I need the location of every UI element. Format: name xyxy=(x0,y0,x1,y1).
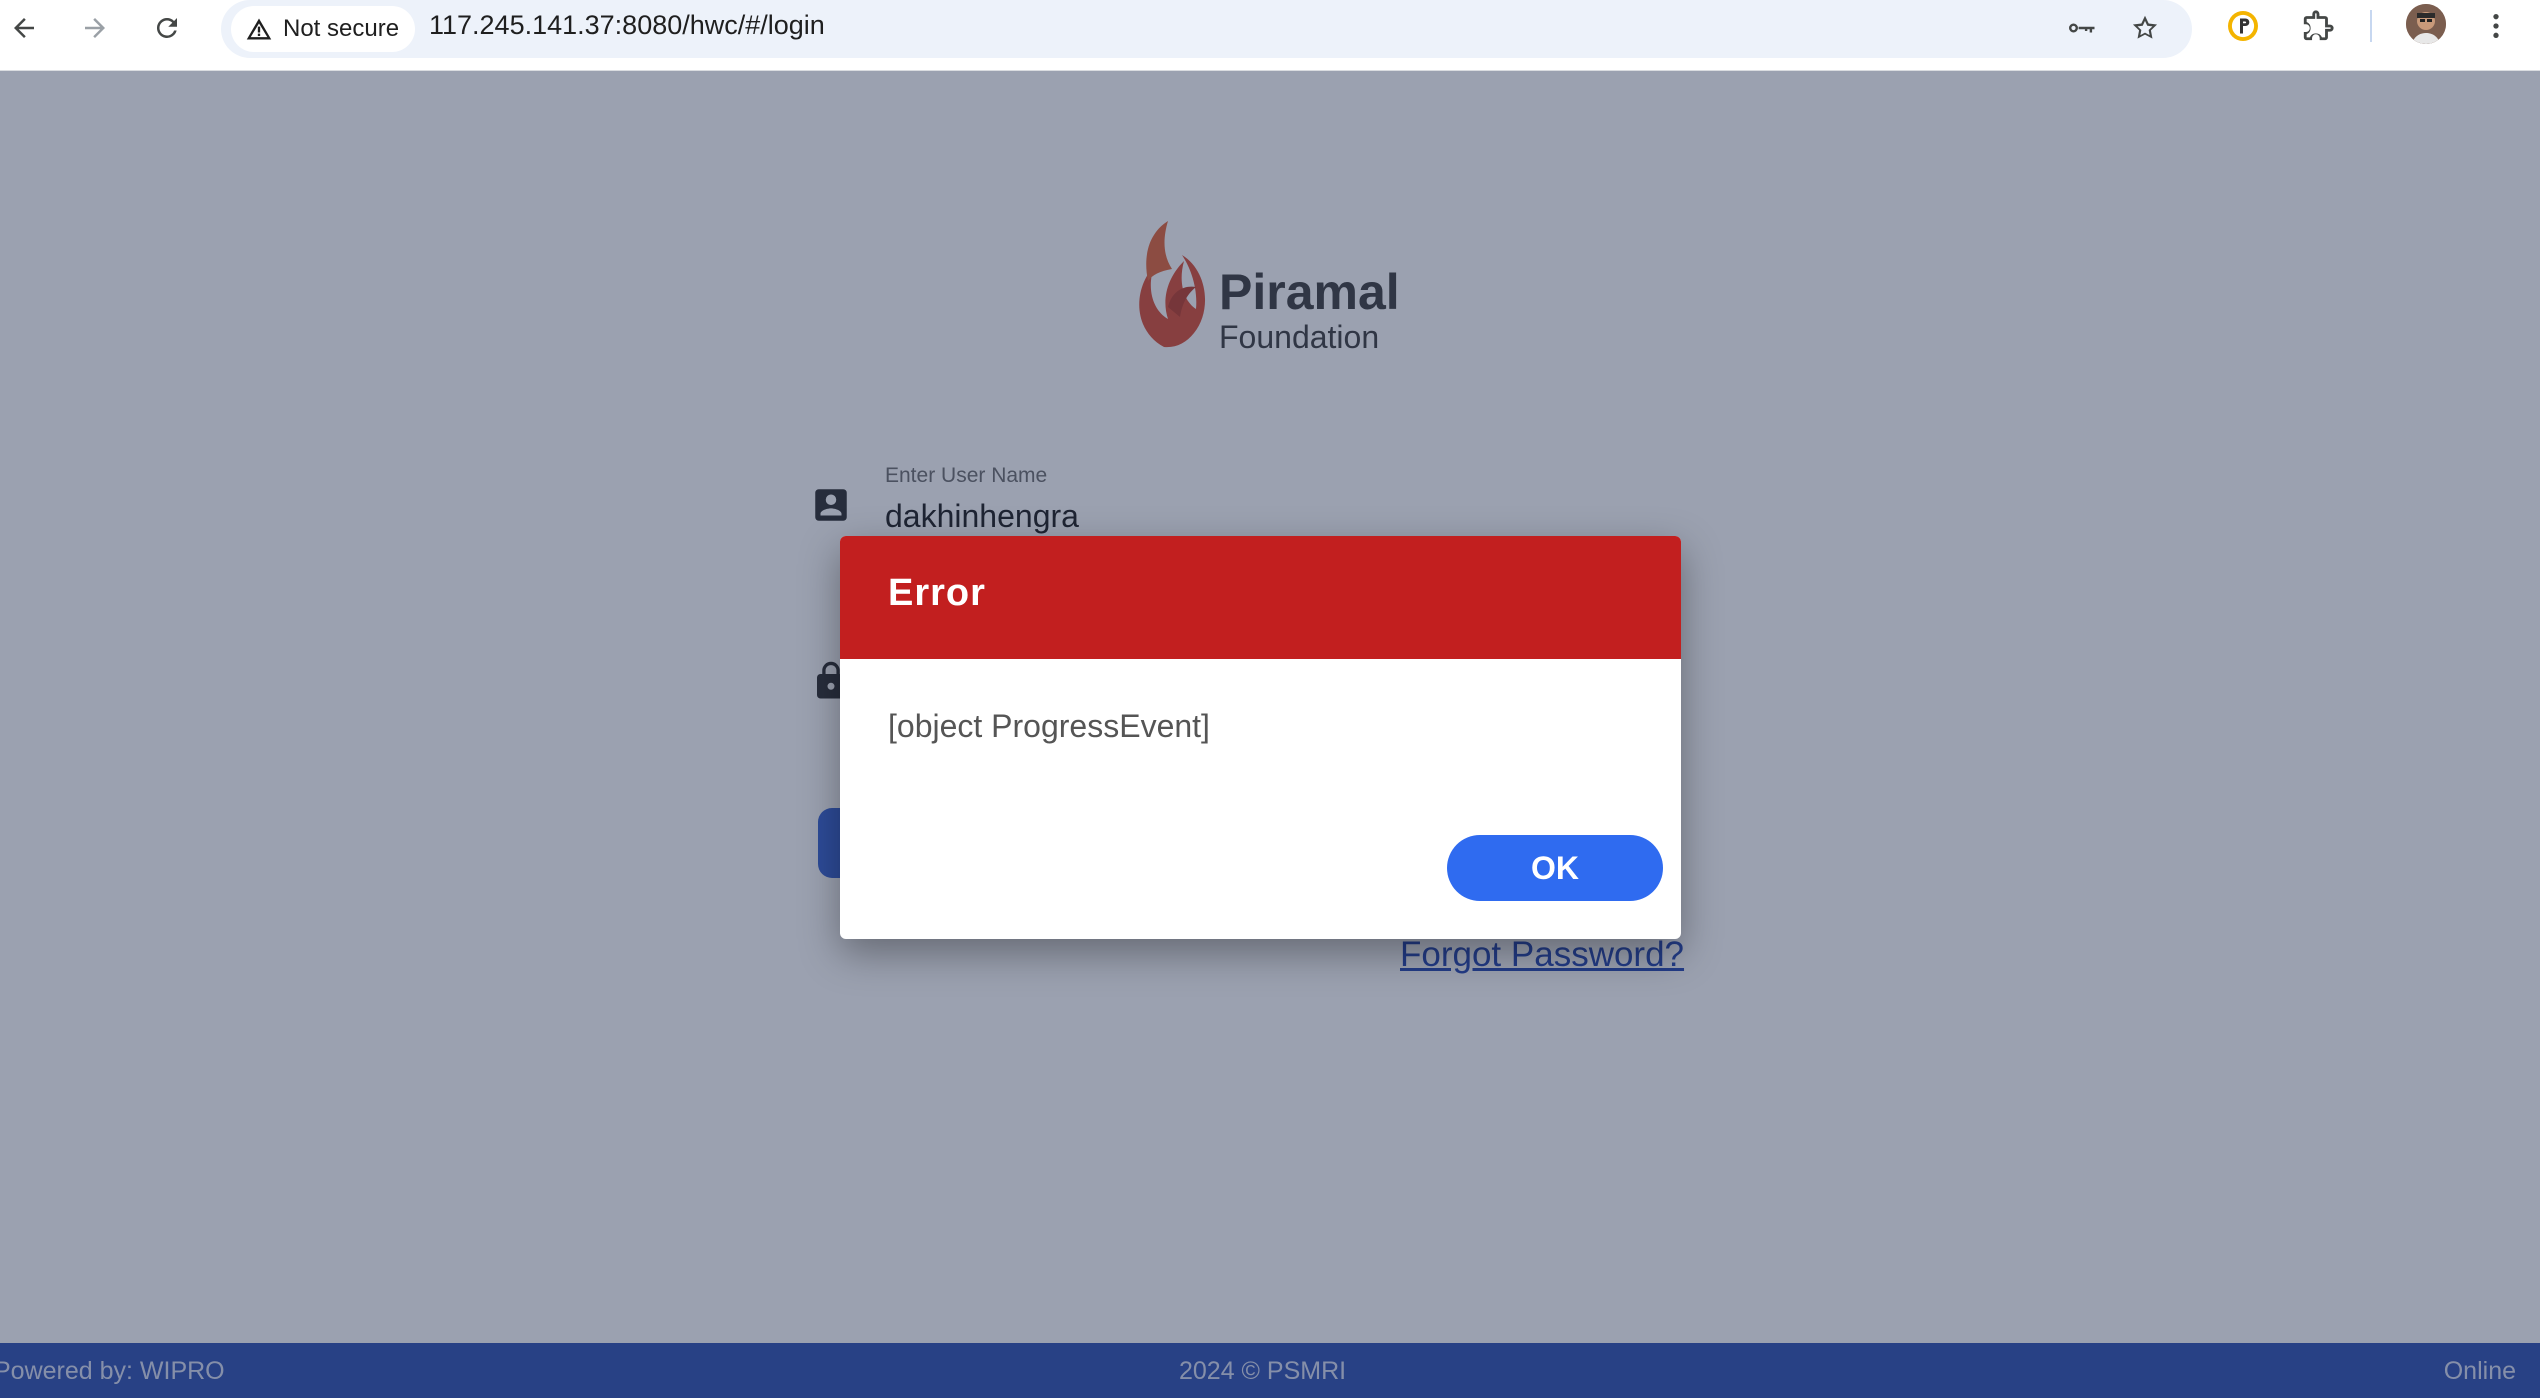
error-dialog: Error [object ProgressEvent] OK xyxy=(840,536,1681,939)
extension-badge-button[interactable] xyxy=(2219,2,2267,50)
profile-photo-icon xyxy=(2406,4,2446,44)
back-button[interactable] xyxy=(2,6,46,50)
extension-badge-icon xyxy=(2228,11,2258,41)
menu-kebab-icon xyxy=(2493,14,2499,38)
address-bar[interactable]: Not secure 117.245.141.37:8080/hwc/#/log… xyxy=(221,0,2192,58)
browser-menu-button[interactable] xyxy=(2472,2,2520,50)
extensions-puzzle-icon xyxy=(2303,10,2334,41)
bookmark-star-icon xyxy=(2132,15,2158,39)
bookmark-button[interactable] xyxy=(2123,6,2167,50)
browser-toolbar: Not secure 117.245.141.37:8080/hwc/#/log… xyxy=(0,0,2540,71)
error-dialog-message: [object ProgressEvent] xyxy=(888,708,1210,744)
back-icon xyxy=(14,18,34,38)
key-icon xyxy=(2069,23,2095,33)
forward-icon xyxy=(85,18,105,38)
password-key-button[interactable] xyxy=(2059,6,2103,50)
error-dialog-title: Error xyxy=(888,572,986,614)
error-dialog-header: Error xyxy=(840,536,1681,659)
warning-icon xyxy=(246,18,272,40)
extensions-button[interactable] xyxy=(2294,2,2342,50)
security-indicator[interactable]: Not secure xyxy=(231,6,416,52)
security-label: Not secure xyxy=(283,15,400,42)
profile-avatar[interactable] xyxy=(2406,4,2446,44)
ok-button[interactable]: OK xyxy=(1447,835,1663,901)
reload-button[interactable] xyxy=(145,6,189,50)
toolbar-separator xyxy=(2370,10,2372,42)
url-text[interactable]: 117.245.141.37:8080/hwc/#/login xyxy=(429,0,825,58)
reload-icon xyxy=(156,17,177,38)
forward-button[interactable] xyxy=(73,6,117,50)
